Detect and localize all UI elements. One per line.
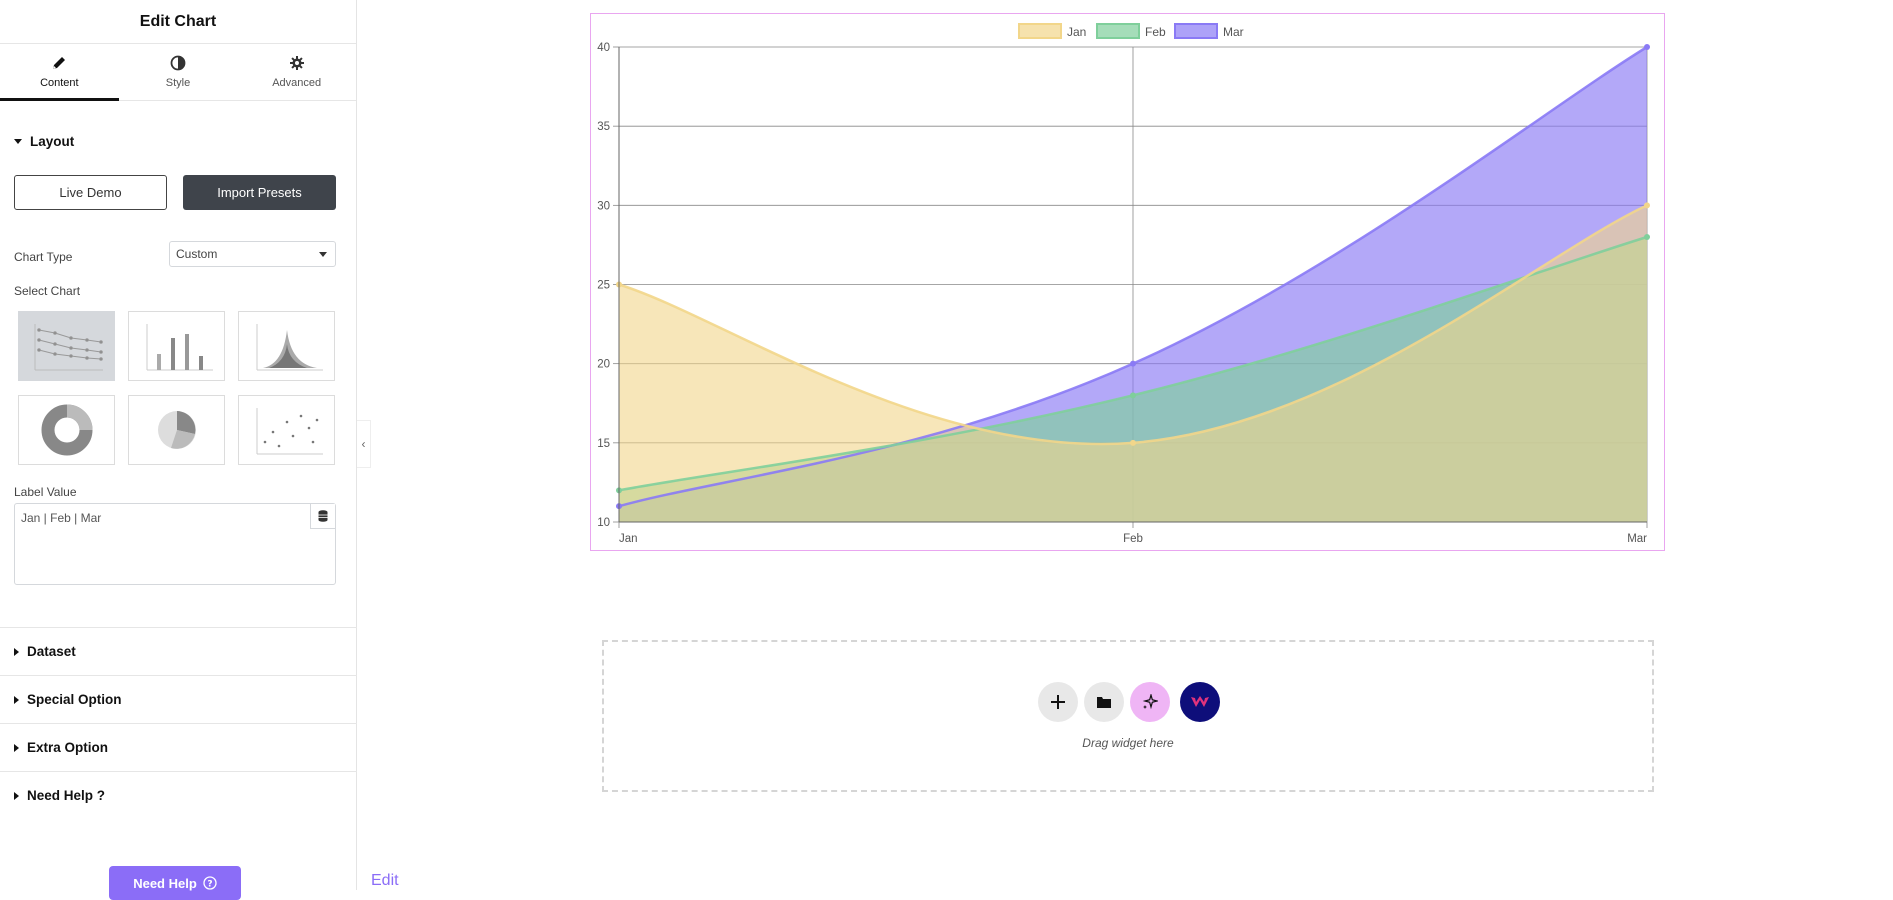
y-tick-label: 30: [597, 200, 610, 212]
question-icon: ?: [203, 876, 217, 890]
line-chart-icon: [34, 324, 103, 371]
tab-content[interactable]: Content: [0, 44, 119, 101]
chart-option-doughnut[interactable]: [18, 395, 115, 465]
panel-tabs: Content Style Advanced: [0, 44, 356, 101]
x-tick-label: Mar: [1627, 533, 1647, 545]
chart-type-select[interactable]: Custom: [169, 241, 336, 267]
data-point: [1130, 360, 1136, 367]
caret-right-icon: [14, 791, 19, 800]
x-tick-label: Jan: [619, 533, 638, 545]
legend-swatch: [1018, 23, 1062, 39]
import-presets-button[interactable]: Import Presets: [183, 175, 336, 210]
tab-content-label: Content: [40, 77, 79, 89]
need-help-button[interactable]: Need Help ?: [109, 866, 241, 900]
addon-logo-button[interactable]: [1180, 682, 1220, 722]
doughnut-chart-icon: [41, 404, 92, 456]
need-help-section-toggle[interactable]: Need Help ?: [0, 771, 357, 819]
chart-type-label: Chart Type: [14, 250, 73, 264]
chart-option-bar[interactable]: [128, 311, 225, 381]
special-option-section-toggle[interactable]: Special Option: [0, 675, 357, 723]
add-section-button[interactable]: [1038, 682, 1078, 722]
area-chart: 10 15 20 25 30 35 40 Jan Feb Mar Jan Feb Mar: [597, 23, 1650, 545]
contrast-icon: [170, 55, 186, 71]
select-chart-label: Select Chart: [14, 284, 81, 298]
sparkle-icon: [1142, 694, 1158, 710]
extra-option-section-toggle[interactable]: Extra Option: [0, 723, 357, 771]
y-tick-label: 40: [597, 42, 610, 54]
tab-style-label: Style: [165, 77, 191, 89]
tab-style[interactable]: Style: [119, 44, 238, 100]
legend-label: Jan: [1067, 25, 1086, 39]
tab-advanced-label: Advanced: [272, 77, 322, 89]
live-demo-button[interactable]: Live Demo: [14, 175, 167, 210]
chevron-down-icon: [319, 251, 327, 257]
y-tick-label: 10: [597, 517, 610, 529]
pencil-icon: [53, 57, 66, 69]
need-help-button-label: Need Help: [133, 875, 197, 891]
caret-right-icon: [14, 743, 19, 752]
dataset-heading: Dataset: [27, 644, 76, 659]
chart-type-value: Custom: [176, 247, 218, 261]
y-tick-label: 35: [597, 121, 610, 133]
y-tick-label: 20: [597, 359, 610, 371]
svg-text:?: ?: [207, 880, 212, 890]
scatter-chart-icon: [256, 408, 323, 455]
legend-label: Mar: [1223, 25, 1244, 39]
data-point: [1130, 392, 1136, 399]
y-tick-label: 25: [597, 280, 610, 292]
chart-option-area[interactable]: [238, 311, 335, 381]
add-template-button[interactable]: [1084, 682, 1124, 722]
database-icon[interactable]: [310, 504, 335, 529]
area-chart-icon: [256, 324, 323, 371]
extra-option-heading: Extra Option: [27, 740, 109, 755]
label-value-label: Label Value: [14, 485, 77, 499]
data-point: [1130, 439, 1136, 446]
plus-icon: [1051, 695, 1065, 709]
collapse-panel-toggle[interactable]: ‹: [357, 420, 371, 468]
chart-option-scatter[interactable]: [238, 395, 335, 465]
bar-chart-icon: [146, 324, 213, 371]
drop-zone-text: Drag widget here: [1082, 736, 1174, 750]
legend-swatch: [1096, 23, 1140, 39]
addon-logo-icon: [1191, 696, 1209, 707]
data-point: [1644, 234, 1650, 240]
chart-option-line[interactable]: [18, 311, 115, 381]
legend-label: Feb: [1145, 25, 1166, 39]
special-option-heading: Special Option: [27, 692, 122, 707]
layout-section-toggle[interactable]: Layout: [0, 134, 74, 149]
layout-heading: Layout: [30, 134, 75, 149]
data-point: [1644, 202, 1650, 209]
dataset-section-toggle[interactable]: Dataset: [0, 627, 357, 675]
chart-widget[interactable]: 10 15 20 25 30 35 40 Jan Feb Mar Jan Feb Mar: [590, 13, 1665, 551]
x-tick-label: Feb: [1123, 533, 1143, 545]
label-value-textarea[interactable]: Jan | Feb | Mar: [14, 503, 336, 585]
edit-panel: Edit Chart Content Style Advanced Layout…: [0, 0, 357, 900]
need-help-heading: Need Help ?: [27, 788, 106, 803]
drop-zone[interactable]: Drag widget here: [602, 640, 1654, 792]
data-point: [1644, 44, 1650, 50]
edit-link[interactable]: Edit: [371, 872, 399, 890]
y-tick-label: 15: [597, 438, 610, 450]
legend-swatch: [1174, 23, 1218, 39]
gear-icon: [289, 56, 304, 70]
panel-title: Edit Chart: [0, 0, 356, 44]
chart-option-pie[interactable]: [128, 395, 225, 465]
caret-down-icon: [14, 139, 22, 144]
caret-right-icon: [14, 647, 19, 656]
ai-assistant-button[interactable]: [1130, 682, 1170, 722]
tab-advanced[interactable]: Advanced: [237, 44, 356, 100]
pie-chart-icon: [157, 411, 196, 449]
caret-right-icon: [14, 695, 19, 704]
folder-icon: [1097, 697, 1111, 708]
chevron-left-icon: ‹: [361, 437, 366, 451]
